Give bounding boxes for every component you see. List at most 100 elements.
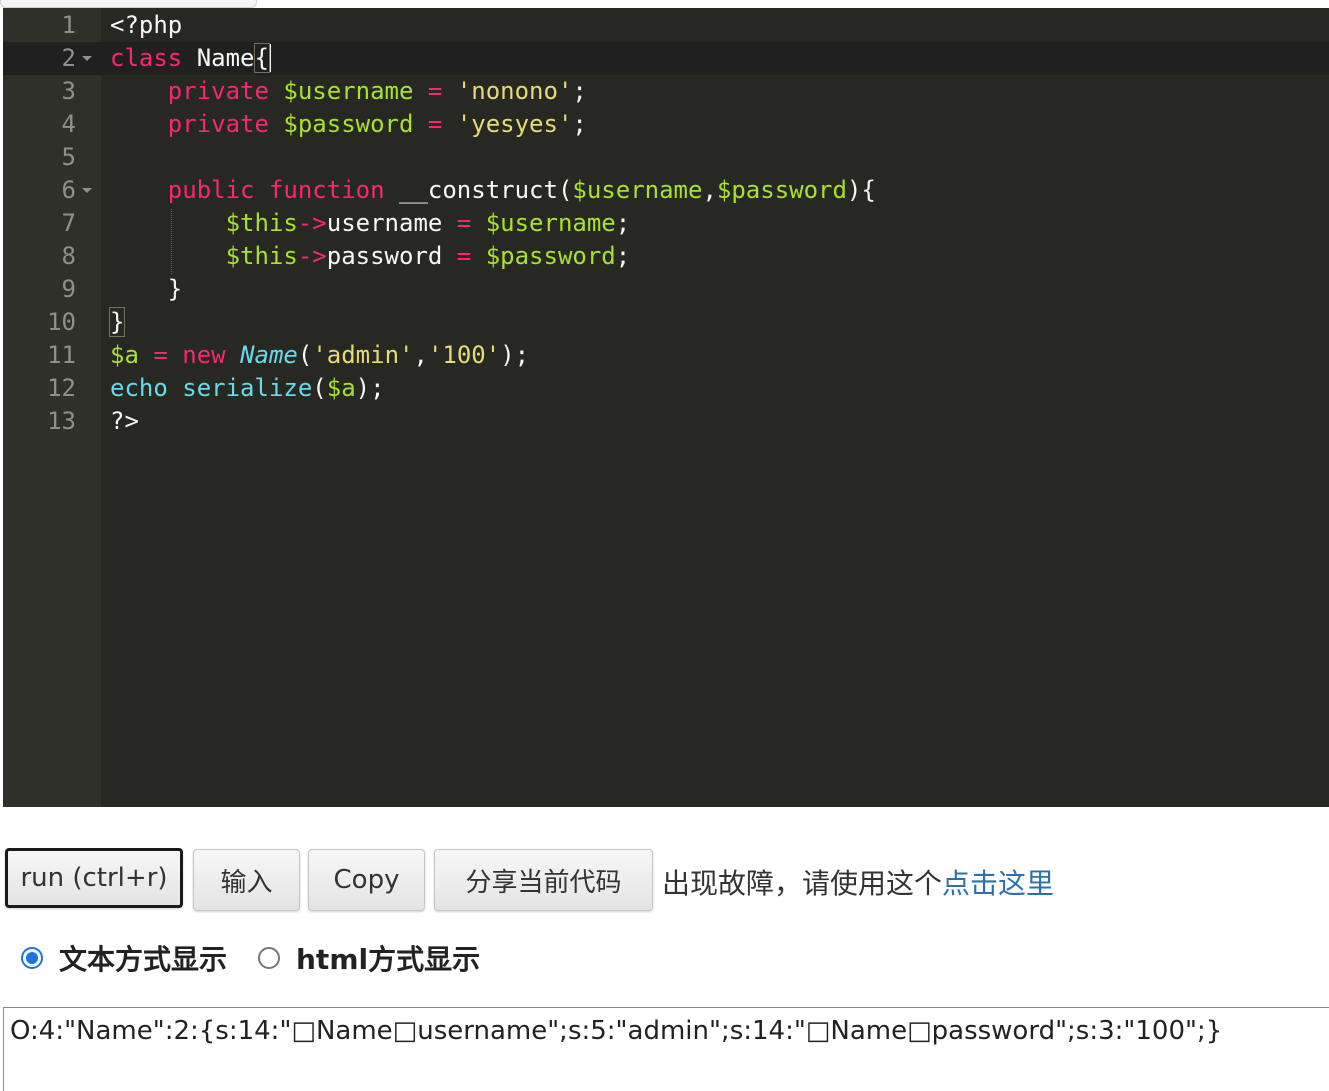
copy-button[interactable]: Copy xyxy=(308,849,425,911)
run-button[interactable]: run (ctrl+r) xyxy=(5,848,183,908)
code-token: } xyxy=(110,275,183,303)
code-text: public function __construct($username,$p… xyxy=(110,174,876,207)
text-mode-label: 文本方式显示 xyxy=(59,943,228,976)
line-number: 13 xyxy=(47,407,76,435)
code-line[interactable]: 6 public function __construct($username,… xyxy=(3,174,1329,207)
line-number: 5 xyxy=(61,143,76,171)
code-line[interactable]: 12 echo serialize($a); xyxy=(3,372,1329,405)
indent-guide xyxy=(171,209,172,274)
code-token: password xyxy=(326,242,457,270)
code-line[interactable]: 13 ?> xyxy=(3,405,1329,438)
code-token: $username xyxy=(485,209,616,237)
line-number: 1 xyxy=(61,11,76,39)
code-token: serialize xyxy=(182,374,313,402)
code-line[interactable]: 4 private $password = 'yesyes'; xyxy=(3,108,1329,141)
code-line[interactable]: 7 $this->username = $username; xyxy=(3,207,1329,240)
output-text: O:4:"Name":2:{s:14:"□Name□username";s:5:… xyxy=(10,1016,1223,1046)
line-number: 7 xyxy=(61,209,76,237)
code-token: $this xyxy=(225,209,298,237)
line-number: 3 xyxy=(61,77,76,105)
code-token: private xyxy=(167,110,269,138)
code-token: $a xyxy=(326,374,356,402)
html-mode-radio-dot[interactable] xyxy=(258,947,280,969)
code-token: 'admin' xyxy=(312,341,414,369)
code-token: <?php xyxy=(110,11,183,39)
code-token: $username xyxy=(283,77,414,105)
code-token: = xyxy=(456,209,472,237)
code-text: echo serialize($a); xyxy=(110,372,385,405)
fold-arrow-icon[interactable] xyxy=(82,56,92,61)
code-token: $username xyxy=(572,176,703,204)
input-button[interactable]: 输入 xyxy=(193,849,300,911)
code-text: $a = new Name('admin','100'); xyxy=(110,339,529,372)
code-token: $this xyxy=(225,242,298,270)
line-number: 11 xyxy=(47,341,76,369)
code-line[interactable]: 9 } xyxy=(3,273,1329,306)
html-mode-label: html方式显示 xyxy=(296,943,481,976)
code-token: -> xyxy=(297,209,327,237)
code-line[interactable]: 1 <?php xyxy=(3,9,1329,42)
text-mode-radio-dot[interactable] xyxy=(21,947,43,969)
code-token: , xyxy=(702,176,717,204)
code-token: Name xyxy=(240,341,298,369)
code-token: ); xyxy=(500,341,530,369)
code-token: ); xyxy=(355,374,385,402)
text-mode-radio[interactable]: 文本方式显示 xyxy=(21,938,227,978)
top-tab-strip xyxy=(0,0,257,8)
code-token: '100' xyxy=(427,341,501,369)
code-line[interactable]: 8 $this->password = $password; xyxy=(3,240,1329,273)
code-text: <?php xyxy=(110,9,182,42)
code-token: $password xyxy=(716,176,847,204)
code-token: $password xyxy=(485,242,616,270)
code-token: Name xyxy=(182,44,255,72)
line-number: 4 xyxy=(61,110,76,138)
line-number: 12 xyxy=(47,374,76,402)
code-line[interactable]: 11 $a = new Name('admin','100'); xyxy=(3,339,1329,372)
share-code-button[interactable]: 分享当前代码 xyxy=(434,849,653,911)
code-line[interactable]: 3 private $username = 'nonono'; xyxy=(3,75,1329,108)
output-textarea[interactable]: O:4:"Name":2:{s:14:"□Name□username";s:5:… xyxy=(3,1007,1329,1091)
toolbar: run (ctrl+r) 输入 Copy 分享当前代码 出现故障，请使用这个点击… xyxy=(0,848,1329,918)
code-text: $this->username = $username; xyxy=(110,207,631,240)
code-token: $a xyxy=(110,341,139,369)
code-token: , xyxy=(413,341,428,369)
code-token: { xyxy=(253,43,270,73)
line-number: 9 xyxy=(61,275,76,303)
html-mode-radio[interactable]: html方式显示 xyxy=(258,938,480,978)
code-line[interactable]: 2 class Name{ xyxy=(3,42,1329,75)
code-token: = xyxy=(427,110,443,138)
code-token: $password xyxy=(283,110,414,138)
code-text: private $password = 'yesyes'; xyxy=(110,108,587,141)
code-token: ; xyxy=(615,242,631,270)
click-here-link[interactable]: 点击这里 xyxy=(942,867,1054,900)
code-token: } xyxy=(108,307,126,337)
code-token: ( xyxy=(297,341,313,369)
code-token: public xyxy=(167,176,255,204)
code-text: } xyxy=(110,273,182,306)
code-token: echo xyxy=(110,374,168,402)
fault-notice-text: 出现故障，请使用这个 xyxy=(662,867,943,900)
code-token: ?> xyxy=(110,407,139,435)
code-line[interactable]: 10} xyxy=(3,306,1329,339)
text-cursor xyxy=(268,44,271,72)
code-line[interactable]: 5 xyxy=(3,141,1329,174)
code-lines[interactable]: 1 <?php 2 class Name{3 private $username = … xyxy=(3,9,1329,438)
code-token: function xyxy=(268,176,385,204)
code-token: ; xyxy=(615,209,631,237)
code-token: private xyxy=(167,77,269,105)
fold-arrow-icon[interactable] xyxy=(82,188,92,193)
line-number: 8 xyxy=(61,242,76,270)
code-editor[interactable]: 1 <?php 2 class Name{3 private $username = … xyxy=(3,8,1329,807)
code-token: 'nonono' xyxy=(456,77,573,105)
code-token: username xyxy=(326,209,457,237)
